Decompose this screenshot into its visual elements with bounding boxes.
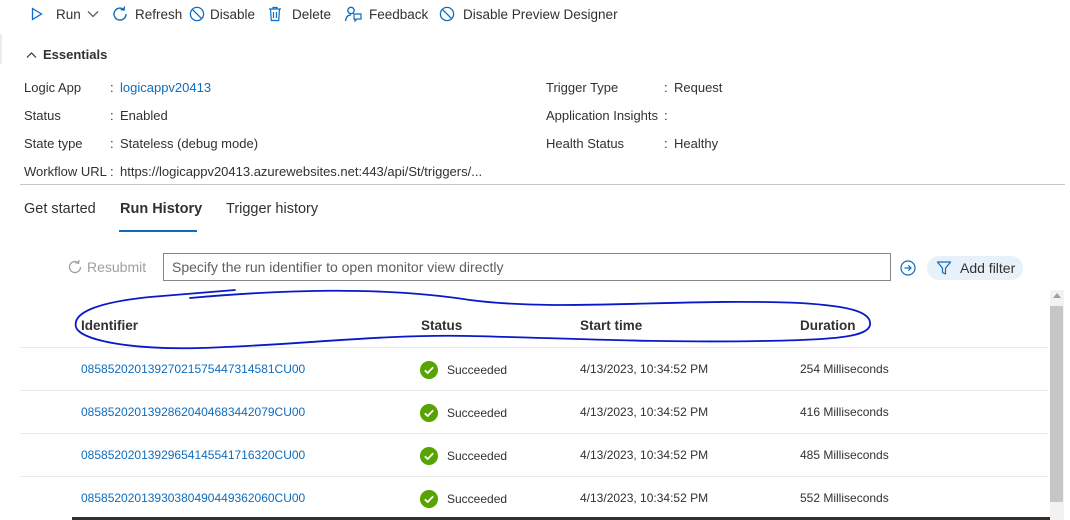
disable-button[interactable]: Disable xyxy=(189,4,255,24)
chevron-down-icon xyxy=(87,11,99,18)
column-header-identifier[interactable]: Identifier xyxy=(81,318,138,333)
colon: : xyxy=(664,108,668,123)
logic-app-label: Logic App xyxy=(24,80,82,95)
add-filter-button[interactable]: Add filter xyxy=(927,256,1023,280)
status-value: Enabled xyxy=(120,108,168,123)
status-cell: Succeeded xyxy=(420,404,507,422)
run-identifier-search[interactable] xyxy=(163,253,891,281)
run-label: Run xyxy=(56,6,81,22)
colon: : xyxy=(110,108,114,123)
refresh-button[interactable]: Refresh xyxy=(111,4,182,24)
colon: : xyxy=(110,164,114,179)
table-row[interactable]: 08585202013930380490449362060CU00 Succee… xyxy=(20,476,1048,520)
colon: : xyxy=(110,136,114,151)
delete-button[interactable]: Delete xyxy=(268,4,331,24)
active-tab-indicator xyxy=(119,230,197,232)
start-time: 4/13/2023, 10:34:52 PM xyxy=(580,448,709,462)
trigger-type-value: Request xyxy=(674,80,723,95)
column-header-duration[interactable]: Duration xyxy=(800,318,856,333)
block-icon xyxy=(439,6,455,22)
state-type-value: Stateless (debug mode) xyxy=(120,136,259,151)
status-cell: Succeeded xyxy=(420,490,507,508)
feedback-button[interactable]: Feedback xyxy=(344,4,428,24)
status-cell: Succeeded xyxy=(420,361,507,379)
status-cell: Succeeded xyxy=(420,447,507,465)
status-text: Succeeded xyxy=(447,406,508,420)
run-identifier-input[interactable] xyxy=(164,254,890,280)
disable-preview-designer-button[interactable]: Disable Preview Designer xyxy=(439,4,618,24)
go-button[interactable] xyxy=(900,260,916,279)
duration: 485 Milliseconds xyxy=(800,448,889,462)
scrollbar-thumb[interactable] xyxy=(1050,306,1063,502)
trash-icon xyxy=(269,6,281,22)
tab-run-history[interactable]: Run History xyxy=(120,201,202,217)
start-time: 4/13/2023, 10:34:52 PM xyxy=(580,491,709,505)
refresh-label: Refresh xyxy=(135,6,183,22)
workflow-url-label: Workflow URL xyxy=(24,164,107,179)
column-header-status[interactable]: Status xyxy=(421,318,462,333)
run-identifier-link[interactable]: 08585202013927021575447314581CU00 xyxy=(81,362,305,376)
start-time: 4/13/2023, 10:34:52 PM xyxy=(580,362,709,376)
scroll-up-arrow-icon[interactable] xyxy=(1053,292,1061,298)
colon: : xyxy=(110,80,114,95)
resubmit-label: Resubmit xyxy=(87,259,147,275)
column-header-start-time[interactable]: Start time xyxy=(580,318,642,333)
feedback-label: Feedback xyxy=(369,6,429,22)
delete-label: Delete xyxy=(292,6,332,22)
status-text: Succeeded xyxy=(447,449,508,463)
status-label: Status xyxy=(24,108,61,123)
add-filter-label: Add filter xyxy=(960,260,1016,276)
status-text: Succeeded xyxy=(447,363,508,377)
essentials-divider xyxy=(20,184,1065,185)
success-check-icon xyxy=(420,490,438,508)
duration: 416 Milliseconds xyxy=(800,405,889,419)
refresh-icon xyxy=(113,6,127,21)
trigger-type-label: Trigger Type xyxy=(546,80,619,95)
health-status-value: Healthy xyxy=(674,136,719,151)
run-identifier-link[interactable]: 08585202013928620404683442079CU00 xyxy=(81,405,305,419)
run-identifier-link[interactable]: 08585202013930380490449362060CU00 xyxy=(81,491,305,505)
tab-trigger-history[interactable]: Trigger history xyxy=(226,201,318,217)
state-type-label: State type xyxy=(24,136,83,151)
run-button[interactable]: Run xyxy=(31,4,99,24)
status-text: Succeeded xyxy=(447,492,508,506)
chevron-up-icon xyxy=(26,51,37,58)
success-check-icon xyxy=(420,361,438,379)
essentials-toggle[interactable]: Essentials xyxy=(26,47,107,62)
disable-label: Disable xyxy=(210,6,256,22)
logic-app-link[interactable]: logicappv20413 xyxy=(120,80,211,95)
refresh-icon xyxy=(68,259,82,274)
table-row[interactable]: 08585202013927021575447314581CU00 Succee… xyxy=(20,347,1048,391)
colon: : xyxy=(664,80,668,95)
tab-get-started[interactable]: Get started xyxy=(24,201,96,217)
essentials-title: Essentials xyxy=(43,47,108,62)
start-time: 4/13/2023, 10:34:52 PM xyxy=(580,405,709,419)
duration: 552 Milliseconds xyxy=(800,491,889,505)
workflow-url-value[interactable]: https://logicappv20413.azurewebsites.net… xyxy=(120,164,482,179)
feedback-icon xyxy=(344,6,362,23)
block-icon xyxy=(189,6,205,22)
table-row[interactable]: 08585202013929654145541716320CU00 Succee… xyxy=(20,433,1048,477)
arrow-right-circle-icon xyxy=(900,260,916,276)
table-row[interactable]: 08585202013928620404683442079CU00 Succee… xyxy=(20,390,1048,434)
health-status-label: Health Status xyxy=(546,136,625,151)
filter-icon xyxy=(936,261,952,275)
run-identifier-link[interactable]: 08585202013929654145541716320CU00 xyxy=(81,448,305,462)
application-insights-label: Application Insights xyxy=(546,108,659,123)
disable-preview-label: Disable Preview Designer xyxy=(463,6,618,22)
resubmit-button[interactable]: Resubmit xyxy=(67,259,146,275)
success-check-icon xyxy=(420,447,438,465)
success-check-icon xyxy=(420,404,438,422)
play-icon xyxy=(31,7,43,21)
duration: 254 Milliseconds xyxy=(800,362,889,376)
left-gutter xyxy=(0,34,2,64)
colon: : xyxy=(664,136,668,151)
